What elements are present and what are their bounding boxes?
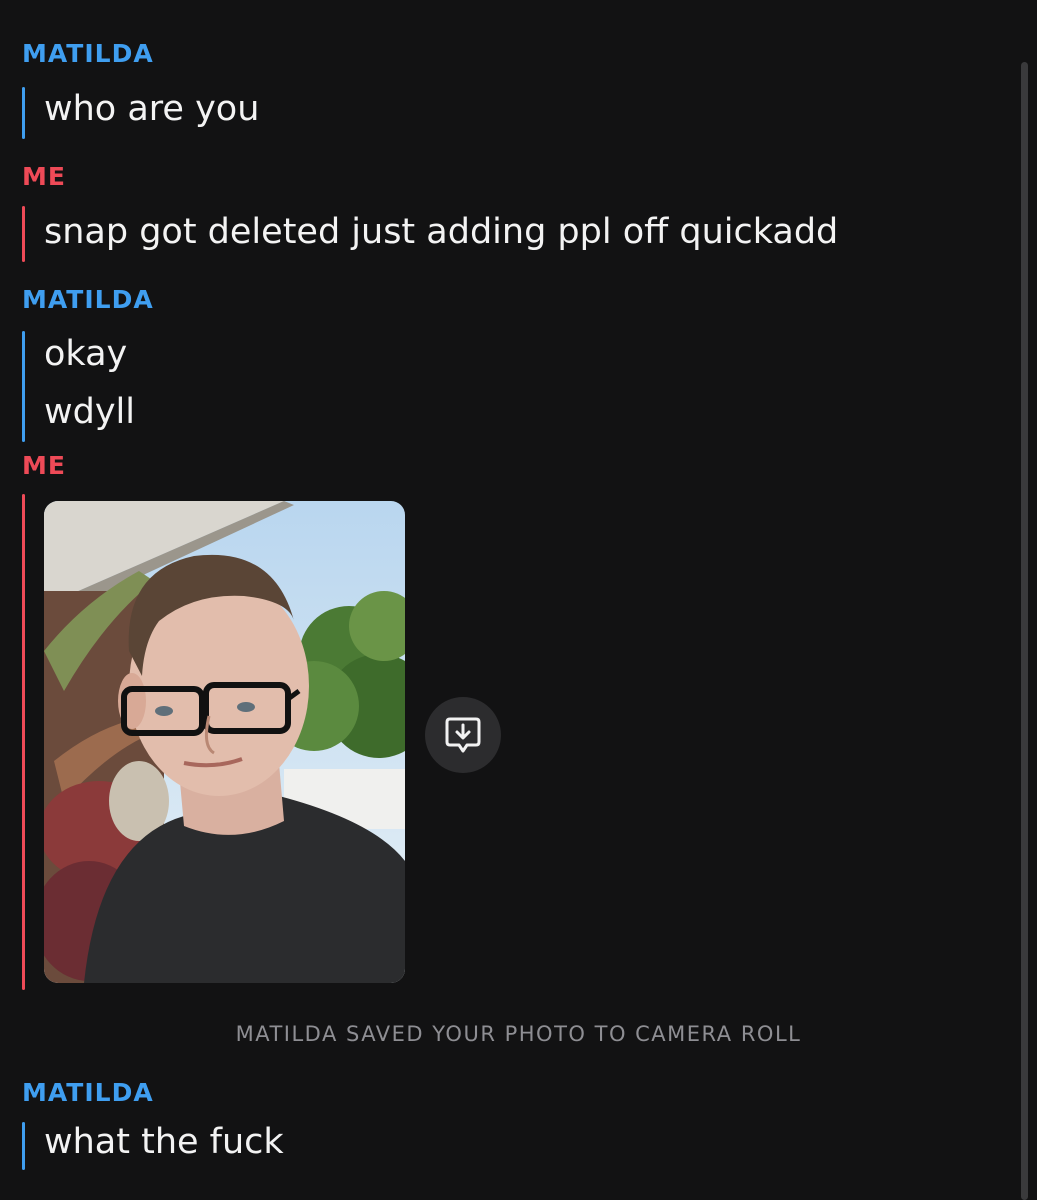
message-group-bar — [22, 206, 25, 262]
message-text[interactable]: snap got deleted just adding ppl off qui… — [44, 210, 838, 254]
sender-label-me: ME — [22, 162, 66, 191]
scrollbar[interactable] — [1021, 62, 1028, 1200]
message-group-bar — [22, 1122, 25, 1170]
message-text[interactable]: okay — [44, 332, 127, 376]
message-group-bar — [22, 87, 25, 139]
saved-photo-notice: MATILDA SAVED YOUR PHOTO TO CAMERA ROLL — [235, 1022, 802, 1046]
chat-screen: MATILDA who are you ME snap got deleted … — [0, 0, 1037, 1200]
message-group-bar — [22, 331, 25, 442]
photo-attachment[interactable] — [44, 501, 405, 983]
download-to-chat-icon — [445, 717, 481, 753]
sender-label-matilda: MATILDA — [22, 1078, 154, 1107]
message-text[interactable]: wdyll — [44, 390, 135, 434]
sender-label-me: ME — [22, 451, 66, 480]
sender-label-matilda: MATILDA — [22, 39, 154, 68]
sender-label-matilda: MATILDA — [22, 285, 154, 314]
selfie-photo — [44, 501, 405, 983]
message-text[interactable]: who are you — [44, 87, 259, 131]
message-text[interactable]: what the fuck — [44, 1120, 284, 1164]
message-group-bar — [22, 494, 25, 990]
save-to-chat-button[interactable] — [425, 697, 501, 773]
